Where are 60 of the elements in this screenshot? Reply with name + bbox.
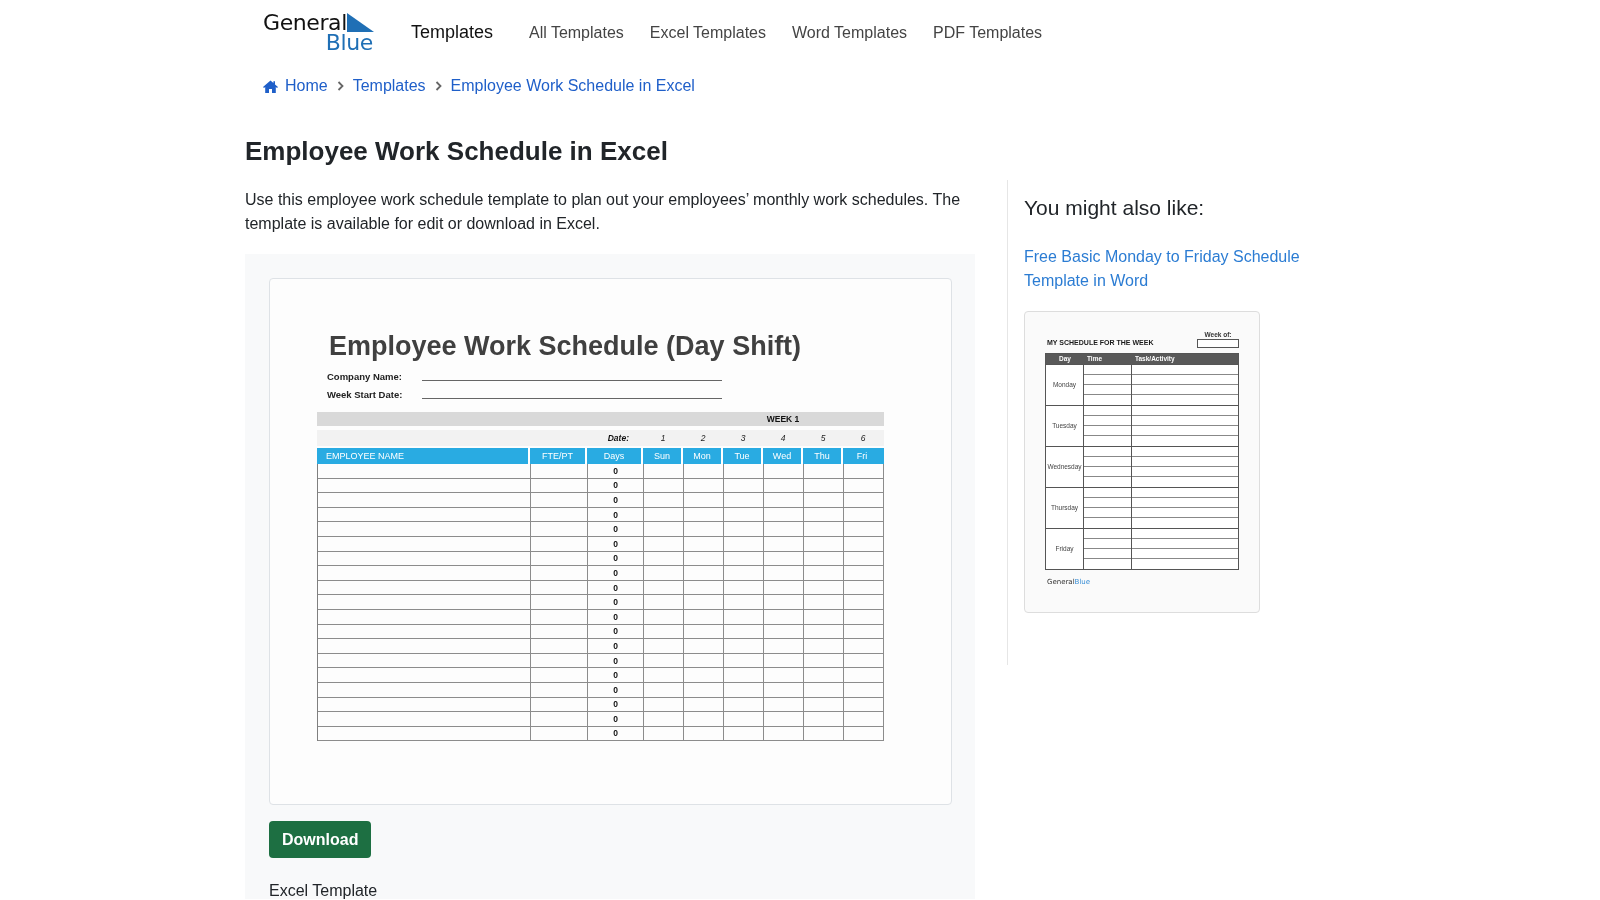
file-type-text: Excel Template [269,883,379,899]
breadcrumb-link[interactable]: Home [285,77,328,95]
days-total-value: 0 [613,728,618,739]
week-label: WEEK 1 [765,414,801,424]
days-total-value: 0 [613,626,618,637]
description-text: Use this employee work schedule template to plan out your employees’ monthly work schedules. The template is available for edit or download in Excel. [245,190,962,234]
days-total-value: 0 [613,480,618,491]
days-total-value: 0 [613,713,618,724]
column-header: Wed [763,448,803,464]
date-number: 3 [739,433,747,443]
nav-link[interactable]: PDF Templates [933,23,1043,42]
date-label: Date: [606,433,630,443]
logo-text[interactable]: General [263,11,347,34]
days-total-value: 0 [613,699,618,710]
chevron-right-icon [336,81,344,91]
field-label: Company Name: [327,370,403,382]
column-header: Mon [683,448,723,464]
home-icon [263,79,278,93]
logo-triangle-icon[interactable] [346,12,374,32]
date-number: 6 [859,433,867,443]
download-button[interactable]: Download [269,821,372,858]
days-total-value: 0 [613,611,618,622]
days-total-value: 0 [613,465,618,476]
column-header: EMPLOYEE NAME [317,448,530,464]
days-total-value: 0 [613,582,618,593]
days-total-value: 0 [613,495,618,505]
days-total-value: 0 [613,567,618,578]
field-label: Week Start Date: [327,388,404,400]
column-header: Fri [855,450,869,463]
date-number: 5 [819,433,827,443]
days-total-value: 0 [613,509,618,520]
logo-text[interactable]: Blue [325,31,373,54]
chevron-right-icon [434,81,442,91]
days-total-value: 0 [613,538,618,549]
days-total-value: 0 [613,670,618,681]
column-header: Tue [723,448,763,464]
days-total-value: 0 [613,553,618,564]
nav-link[interactable]: Excel Templates [649,23,766,42]
breadcrumb-link[interactable]: Employee Work Schedule in Excel [450,77,695,95]
date-number: 4 [779,433,787,443]
days-total-value: 0 [613,655,618,666]
column-header: Sun [643,448,683,464]
document-title: Employee Work Schedule (Day Shift) [328,331,803,361]
nav-link[interactable]: Word Templates [792,23,908,42]
nav-link[interactable]: All Templates [528,23,624,42]
days-total-value: 0 [613,597,618,608]
column-header: FTE/PT [530,448,587,464]
date-number: 2 [699,433,707,443]
sidebar-heading: You might also like: [1024,195,1206,221]
days-total-value: 0 [613,524,618,535]
related-template-link[interactable]: Free Basic Monday to Friday Schedule Template in Word [1024,245,1355,293]
fill-in-box [1197,339,1239,348]
page-title: Employee Work Schedule in Excel [245,135,669,168]
date-number: 1 [659,433,667,443]
days-total-value: 0 [613,684,618,695]
column-header: Thu [803,448,843,464]
column-header: Days [587,448,643,464]
breadcrumb-link[interactable]: Templates [352,77,426,95]
days-total-value: 0 [613,640,618,651]
brand-link[interactable]: Templates [410,22,493,43]
